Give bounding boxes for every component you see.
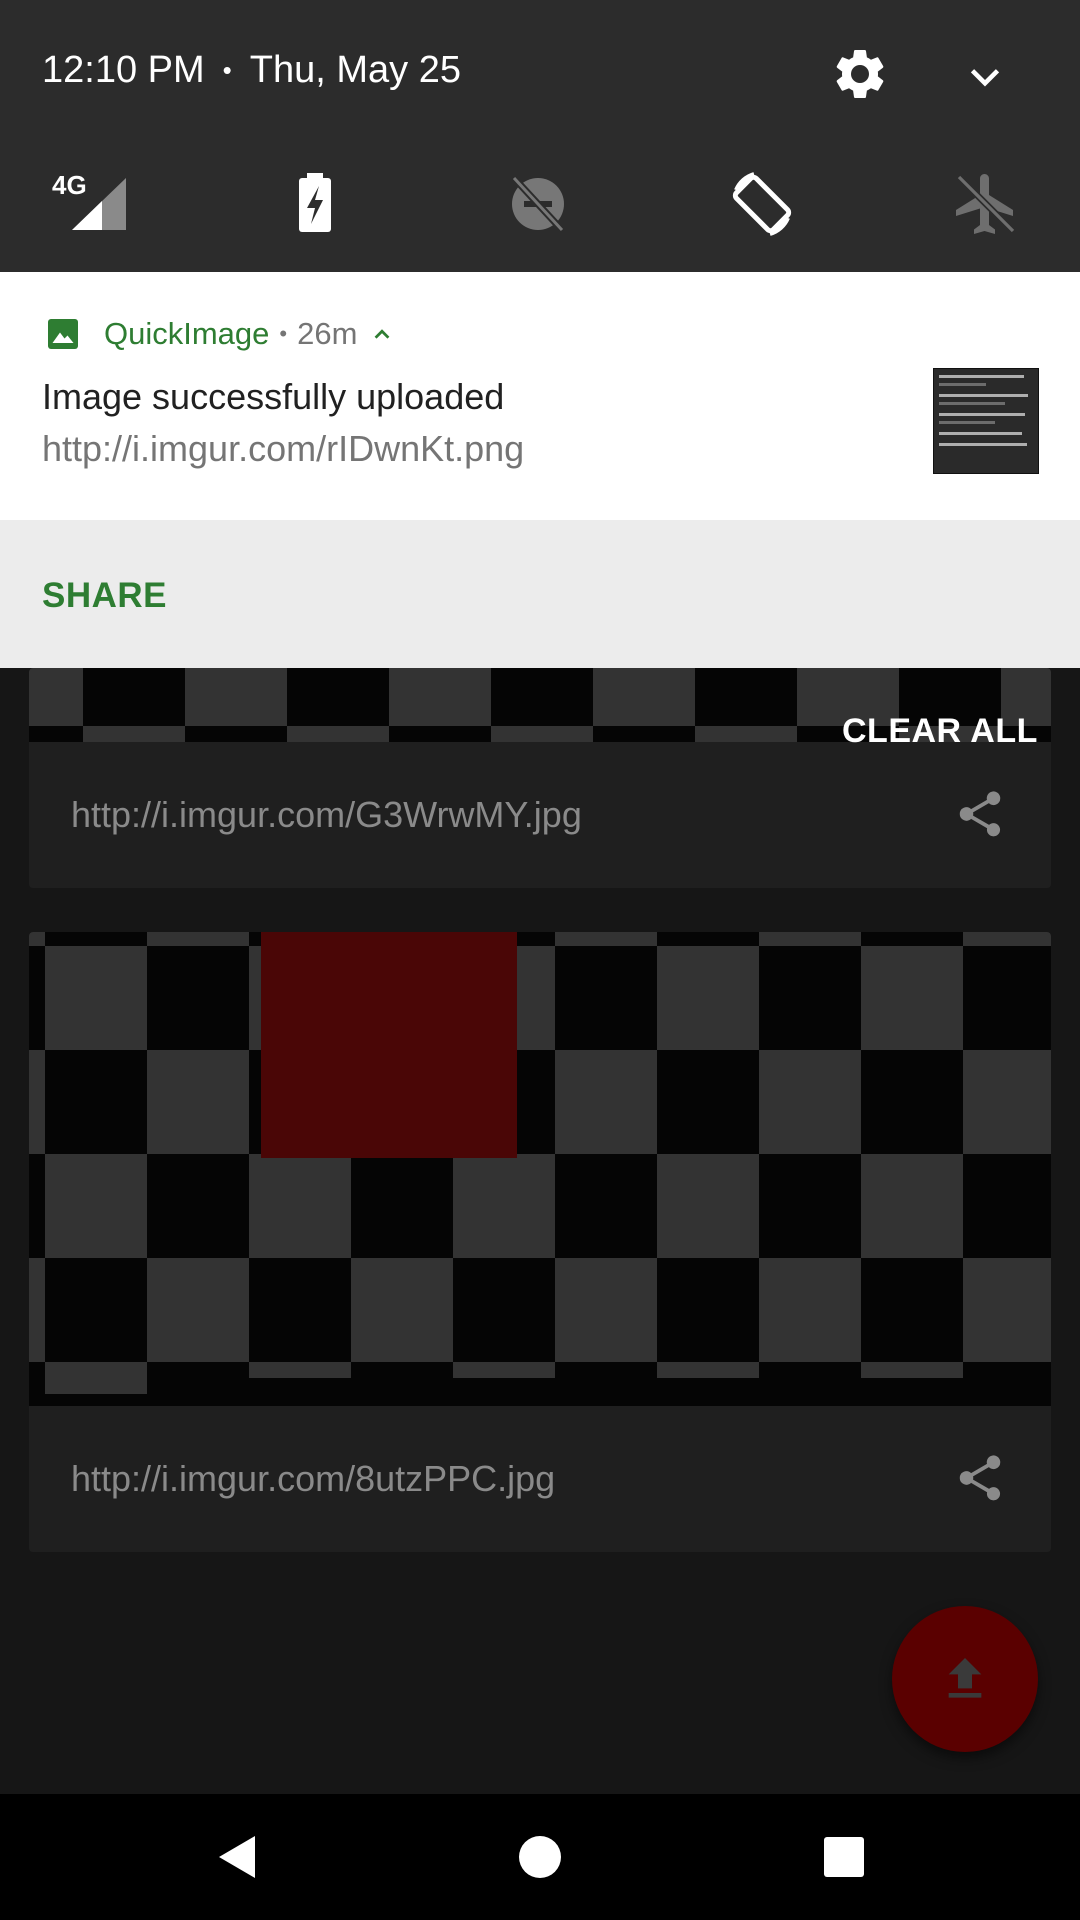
card-url[interactable]: http://i.imgur.com/G3WrwMY.jpg xyxy=(71,794,582,836)
quick-settings-panel: 12:10 PM • Thu, May 25 4G xyxy=(0,0,1080,272)
battery-charging-icon xyxy=(299,173,331,232)
card-url[interactable]: http://i.imgur.com/8utzPPC.jpg xyxy=(71,1458,555,1500)
do-not-disturb-off-icon xyxy=(511,175,565,233)
settings-button[interactable] xyxy=(830,44,890,104)
collapse-shade-button[interactable] xyxy=(960,52,1010,102)
clear-all-button[interactable]: CLEAR ALL xyxy=(842,712,1038,751)
notification-separator: • xyxy=(279,321,288,346)
image-icon xyxy=(48,319,78,349)
notification-thumbnail xyxy=(933,368,1039,474)
upload-notification[interactable]: QuickImage • 26m Image successfully uplo… xyxy=(0,272,1080,520)
recents-icon xyxy=(824,1837,864,1877)
notification-title: Image successfully uploaded xyxy=(42,376,505,417)
status-datetime: 12:10 PM • Thu, May 25 xyxy=(42,46,461,94)
gear-icon xyxy=(836,49,884,98)
card-footer: http://i.imgur.com/G3WrwMY.jpg xyxy=(29,742,1051,888)
back-button[interactable] xyxy=(203,1824,269,1890)
chevron-up-icon[interactable] xyxy=(371,323,393,345)
notification-header: QuickImage • 26m xyxy=(44,314,393,354)
tile-cellular[interactable]: 4G xyxy=(50,168,130,240)
card-image xyxy=(29,932,1051,1406)
network-type-label: 4G xyxy=(52,170,87,200)
back-icon xyxy=(219,1836,255,1878)
upload-card-2[interactable]: http://i.imgur.com/8utzPPC.jpg xyxy=(29,932,1051,1552)
status-separator: • xyxy=(222,54,232,85)
share-icon[interactable] xyxy=(953,784,1007,844)
cellular-signal-icon: 4G xyxy=(52,170,126,230)
airplane-mode-off-icon xyxy=(956,174,1016,234)
tile-do-not-disturb[interactable] xyxy=(498,168,578,240)
upload-card-1[interactable]: http://i.imgur.com/G3WrwMY.jpg xyxy=(29,668,1051,888)
upload-icon xyxy=(948,1658,982,1698)
card-footer: http://i.imgur.com/8utzPPC.jpg xyxy=(29,1406,1051,1552)
tile-auto-rotate[interactable] xyxy=(722,168,802,240)
share-action-button[interactable]: SHARE xyxy=(42,576,167,616)
notification-actions: SHARE xyxy=(0,520,1080,668)
home-icon xyxy=(519,1836,561,1878)
recents-button[interactable] xyxy=(811,1824,877,1890)
tile-battery-saver[interactable] xyxy=(275,168,355,240)
notification-app-name: QuickImage xyxy=(104,316,270,351)
status-date: Thu, May 25 xyxy=(249,48,461,91)
screen-rotation-icon xyxy=(732,172,792,236)
notification-age: 26m xyxy=(297,316,358,351)
notification-url: http://i.imgur.com/rIDwnKt.png xyxy=(42,428,525,469)
share-icon[interactable] xyxy=(953,1448,1007,1508)
chevron-down-icon xyxy=(970,69,1000,87)
status-time: 12:10 PM xyxy=(42,48,205,91)
upload-fab-button[interactable] xyxy=(892,1606,1038,1752)
system-navigation-bar xyxy=(0,1794,1080,1920)
home-button[interactable] xyxy=(507,1824,573,1890)
tile-airplane-mode[interactable] xyxy=(946,168,1026,240)
